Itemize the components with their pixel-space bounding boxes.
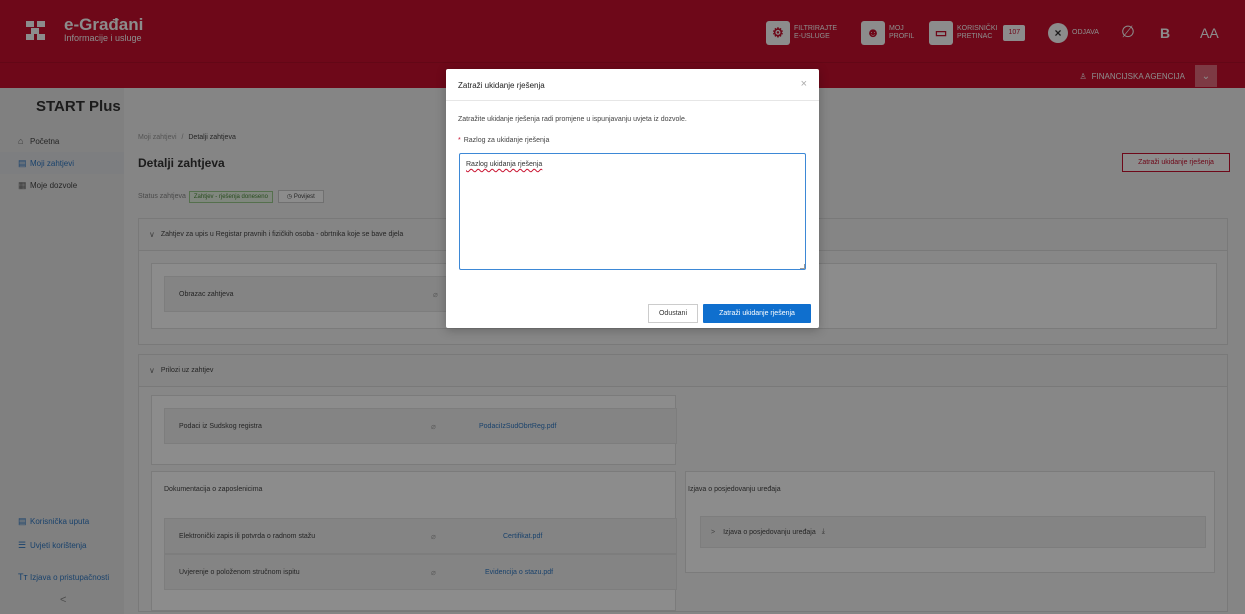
- modal-divider: [446, 100, 819, 101]
- resize-handle[interactable]: [800, 264, 805, 269]
- reason-textarea-value: Razlog ukidanja rješenja: [466, 161, 543, 168]
- modal-title: Zatraži ukidanje rješenja: [458, 81, 545, 90]
- required-mark: *: [458, 137, 461, 144]
- confirm-revocation-button[interactable]: Zatraži ukidanje rješenja: [703, 304, 811, 323]
- modal-description: Zatražite ukidanje rješenja radi promjen…: [458, 116, 687, 123]
- reason-field-label: * Razlog za ukidanje rješenja: [458, 137, 549, 144]
- reason-textarea[interactable]: [459, 153, 806, 270]
- reason-label-text: Razlog za ukidanje rješenja: [463, 137, 550, 144]
- revocation-modal: Zatraži ukidanje rješenja × Zatražite uk…: [446, 69, 819, 328]
- close-icon[interactable]: ×: [801, 78, 807, 90]
- cancel-button[interactable]: Odustani: [648, 304, 698, 323]
